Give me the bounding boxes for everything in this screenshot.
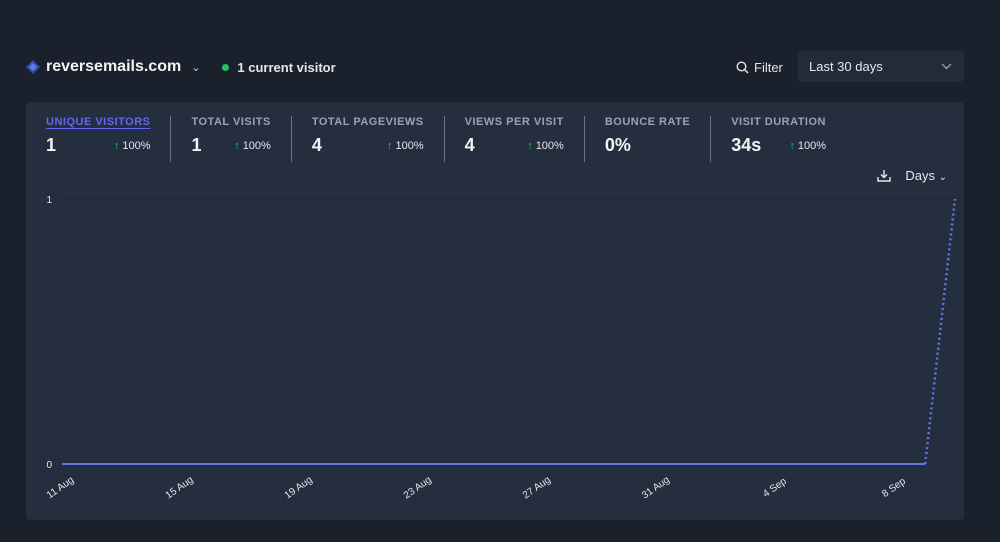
chevron-down-icon [941,63,952,70]
period-select[interactable]: Last 30 days [798,51,964,82]
x-tick-label: 11 Aug [45,475,76,501]
period-label: Last 30 days [809,59,883,74]
filter-label: Filter [754,59,783,75]
x-tick-label: 15 Aug [164,475,196,502]
series-line-dotted-current [923,198,957,465]
x-tick-label: 27 Aug [521,475,553,502]
current-visitors-text: 1 current visitor [237,59,336,75]
main-graph-card: UNIQUE VISITORS 1 ↑ 100% TOTAL VISITS 1 ↑ 100… [26,102,964,520]
x-tick-label: 8 Sep [880,476,908,500]
site-favicon-icon [26,60,40,74]
x-tick-label: 31 Aug [640,475,672,502]
visitors-line-chart[interactable]: 0 1 11 Aug 15 Aug 19 Aug 23 Aug 27 Aug 31 Aug 4 … [26,102,964,520]
site-switcher[interactable]: reversemails.com [46,58,181,76]
live-dot-icon [222,63,230,71]
x-tick-label: 4 Sep [761,476,789,500]
top-bar: reversemails.com ⌄ 1 current visitor Fil… [26,51,964,82]
x-tick-label: 23 Aug [402,475,434,502]
filter-button[interactable]: Filter [736,55,783,79]
y-tick-label: 1 [46,195,52,206]
y-tick-label: 0 [46,460,52,471]
search-icon [736,60,749,73]
chevron-down-icon[interactable]: ⌄ [191,61,200,74]
x-tick-label: 19 Aug [283,475,315,502]
current-visitors-link[interactable]: 1 current visitor [222,59,336,75]
